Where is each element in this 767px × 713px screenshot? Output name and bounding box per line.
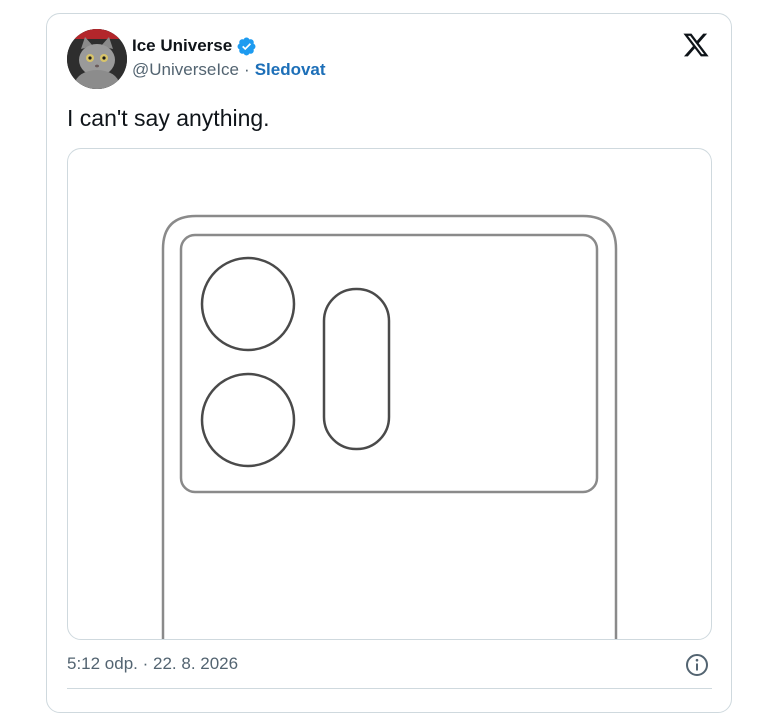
separator: · [244,60,250,79]
info-icon[interactable] [685,653,709,677]
name-row: Ice Universe [132,34,326,58]
divider [67,688,712,689]
follow-link[interactable]: Sledovat [255,60,326,80]
tweet-media[interactable] [67,148,712,640]
tweet-timestamp[interactable]: 5:12 odp. · 22. 8. 2026 [67,654,238,674]
author-name[interactable]: Ice Universe [132,36,232,56]
verified-badge-icon [237,37,256,55]
author-handle[interactable]: @UniverseIce [132,60,239,80]
tweet-text: I can't say anything. [67,105,270,131]
handle-row: @UniverseIce · Sledovat [132,60,326,80]
tweet-card: Ice Universe @UniverseIce · Sledovat I c… [46,13,732,713]
cat-avatar-image [67,29,127,89]
author-block: Ice Universe @UniverseIce · Sledovat [132,34,326,80]
x-logo-icon[interactable] [681,31,711,59]
phone-sketch-image [161,214,618,639]
avatar[interactable] [67,29,127,89]
